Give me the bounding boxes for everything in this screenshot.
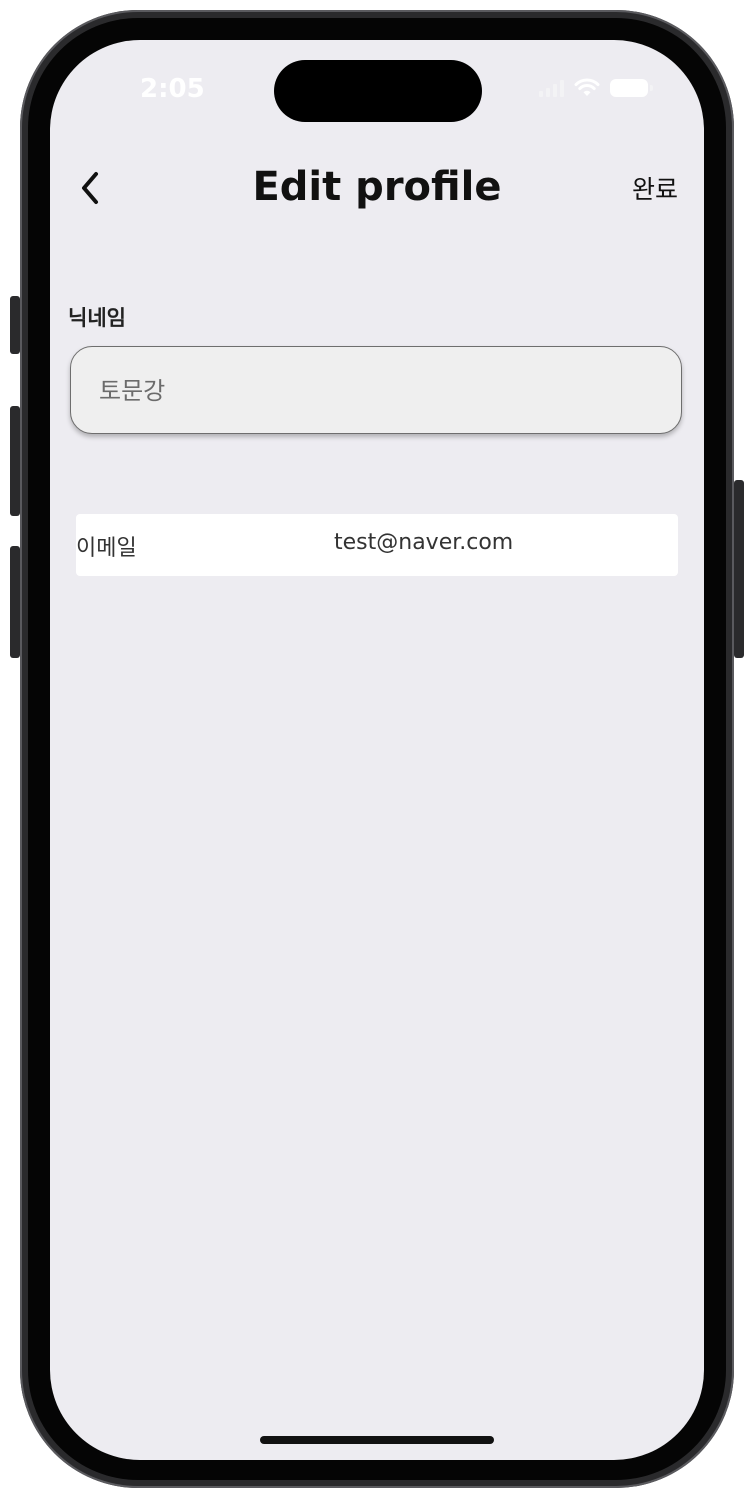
cellular-signal-icon [539,79,564,97]
email-value: test@naver.com [334,530,514,555]
navigation-bar: Edit profile 완료 [50,158,704,218]
volume-down-button [10,546,20,658]
dynamic-island [274,60,482,122]
done-button[interactable]: 완료 [632,170,678,206]
home-indicator[interactable] [260,1436,494,1444]
email-label: 이메일 [76,536,137,561]
app-screen: 2:05 Edit profile 완료 닉네임 이메일 test@naver.… [50,40,704,1460]
nickname-field-container [70,346,682,434]
wifi-icon [574,78,600,96]
nickname-label: 닉네임 [68,306,126,330]
status-icons [539,78,653,98]
power-button [734,480,744,658]
page-title: Edit profile [252,164,502,210]
volume-up-button [10,406,20,516]
battery-icon [610,79,653,97]
action-button [10,296,20,354]
email-row: 이메일 test@naver.com [76,514,678,576]
nickname-input[interactable] [97,347,661,434]
status-time: 2:05 [140,74,205,104]
